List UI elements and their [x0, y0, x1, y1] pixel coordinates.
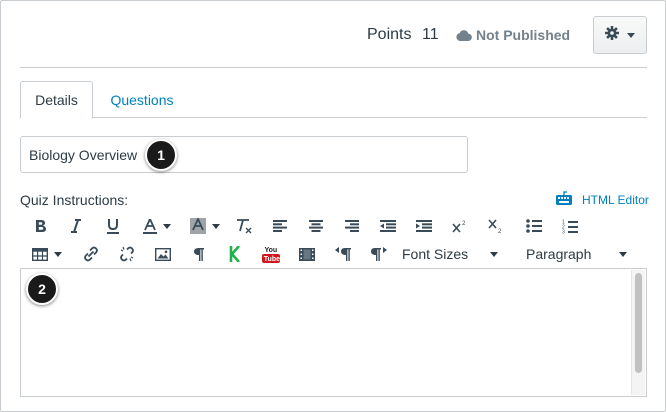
chevron-down-icon — [490, 251, 499, 257]
font-sizes-label: Font Sizes — [402, 246, 469, 262]
italic-icon[interactable] — [65, 213, 87, 239]
gear-icon — [605, 25, 619, 45]
chevron-down-icon — [619, 251, 628, 257]
indent-icon[interactable] — [413, 213, 435, 239]
media-icon[interactable] — [296, 241, 318, 267]
align-right-icon[interactable] — [341, 213, 363, 239]
points-value: 11 — [422, 26, 439, 43]
tab-questions[interactable]: Questions — [100, 81, 184, 118]
clear-formatting-icon[interactable] — [232, 213, 256, 239]
points-label: Points — [367, 26, 412, 43]
paragraph-format-dropdown[interactable]: Paragraph — [526, 241, 638, 267]
outdent-icon[interactable] — [377, 213, 399, 239]
html-editor-link[interactable]: HTML Editor — [556, 191, 649, 208]
rtl-icon[interactable] — [368, 241, 390, 267]
callout-badge-2: 2 — [26, 273, 58, 305]
ltr-icon[interactable] — [332, 241, 354, 267]
table-icon[interactable] — [30, 241, 64, 267]
align-left-icon[interactable] — [269, 213, 291, 239]
publish-status[interactable]: Not Published — [456, 27, 570, 43]
kaltura-icon[interactable] — [224, 241, 246, 267]
youtube-icon[interactable]: You Tube — [259, 241, 283, 267]
paragraph-format-label: Paragraph — [526, 246, 592, 262]
svg-text:3: 3 — [562, 229, 565, 234]
tab-details[interactable]: Details — [20, 81, 93, 119]
quiz-title-input[interactable] — [20, 136, 468, 173]
html-editor-label: HTML Editor — [582, 192, 649, 207]
quiz-instructions-label: Quiz Instructions: — [20, 192, 129, 208]
background-color-icon[interactable] — [186, 213, 224, 239]
subscript-icon[interactable]: 2 — [485, 213, 507, 239]
unlink-icon[interactable] — [116, 241, 138, 267]
quiz-editor-panel: Points 11 Not Published Details Question… — [0, 0, 666, 412]
text-color-icon[interactable] — [138, 213, 176, 239]
editor-scrollbar[interactable] — [631, 270, 645, 395]
quiz-header: Points 11 Not Published — [20, 1, 647, 68]
image-icon[interactable] — [152, 241, 174, 267]
numbered-list-icon[interactable]: 123 — [559, 213, 581, 239]
quiz-tabs: Details Questions — [20, 81, 647, 119]
svg-text:Tube: Tube — [264, 256, 280, 263]
callout-badge-1: 1 — [145, 139, 177, 171]
paragraph-icon[interactable] — [188, 241, 210, 267]
quiz-instructions-editor[interactable] — [20, 268, 647, 397]
chevron-down-icon — [627, 32, 635, 38]
publish-status-label: Not Published — [476, 27, 571, 43]
cloud-icon — [456, 29, 472, 41]
bullet-list-icon[interactable] — [523, 213, 545, 239]
keyboard-icon — [556, 191, 572, 208]
scrollbar-thumb[interactable] — [635, 273, 642, 373]
svg-text:You: You — [265, 247, 278, 254]
bold-icon[interactable] — [30, 213, 52, 239]
font-sizes-dropdown[interactable]: Font Sizes — [402, 241, 514, 267]
superscript-icon[interactable]: 2 — [449, 213, 471, 239]
align-center-icon[interactable] — [305, 213, 327, 239]
svg-text:2: 2 — [498, 229, 502, 234]
svg-text:2: 2 — [462, 221, 466, 227]
underline-icon[interactable] — [102, 213, 124, 239]
settings-button[interactable] — [593, 16, 647, 54]
link-icon[interactable] — [80, 241, 102, 267]
